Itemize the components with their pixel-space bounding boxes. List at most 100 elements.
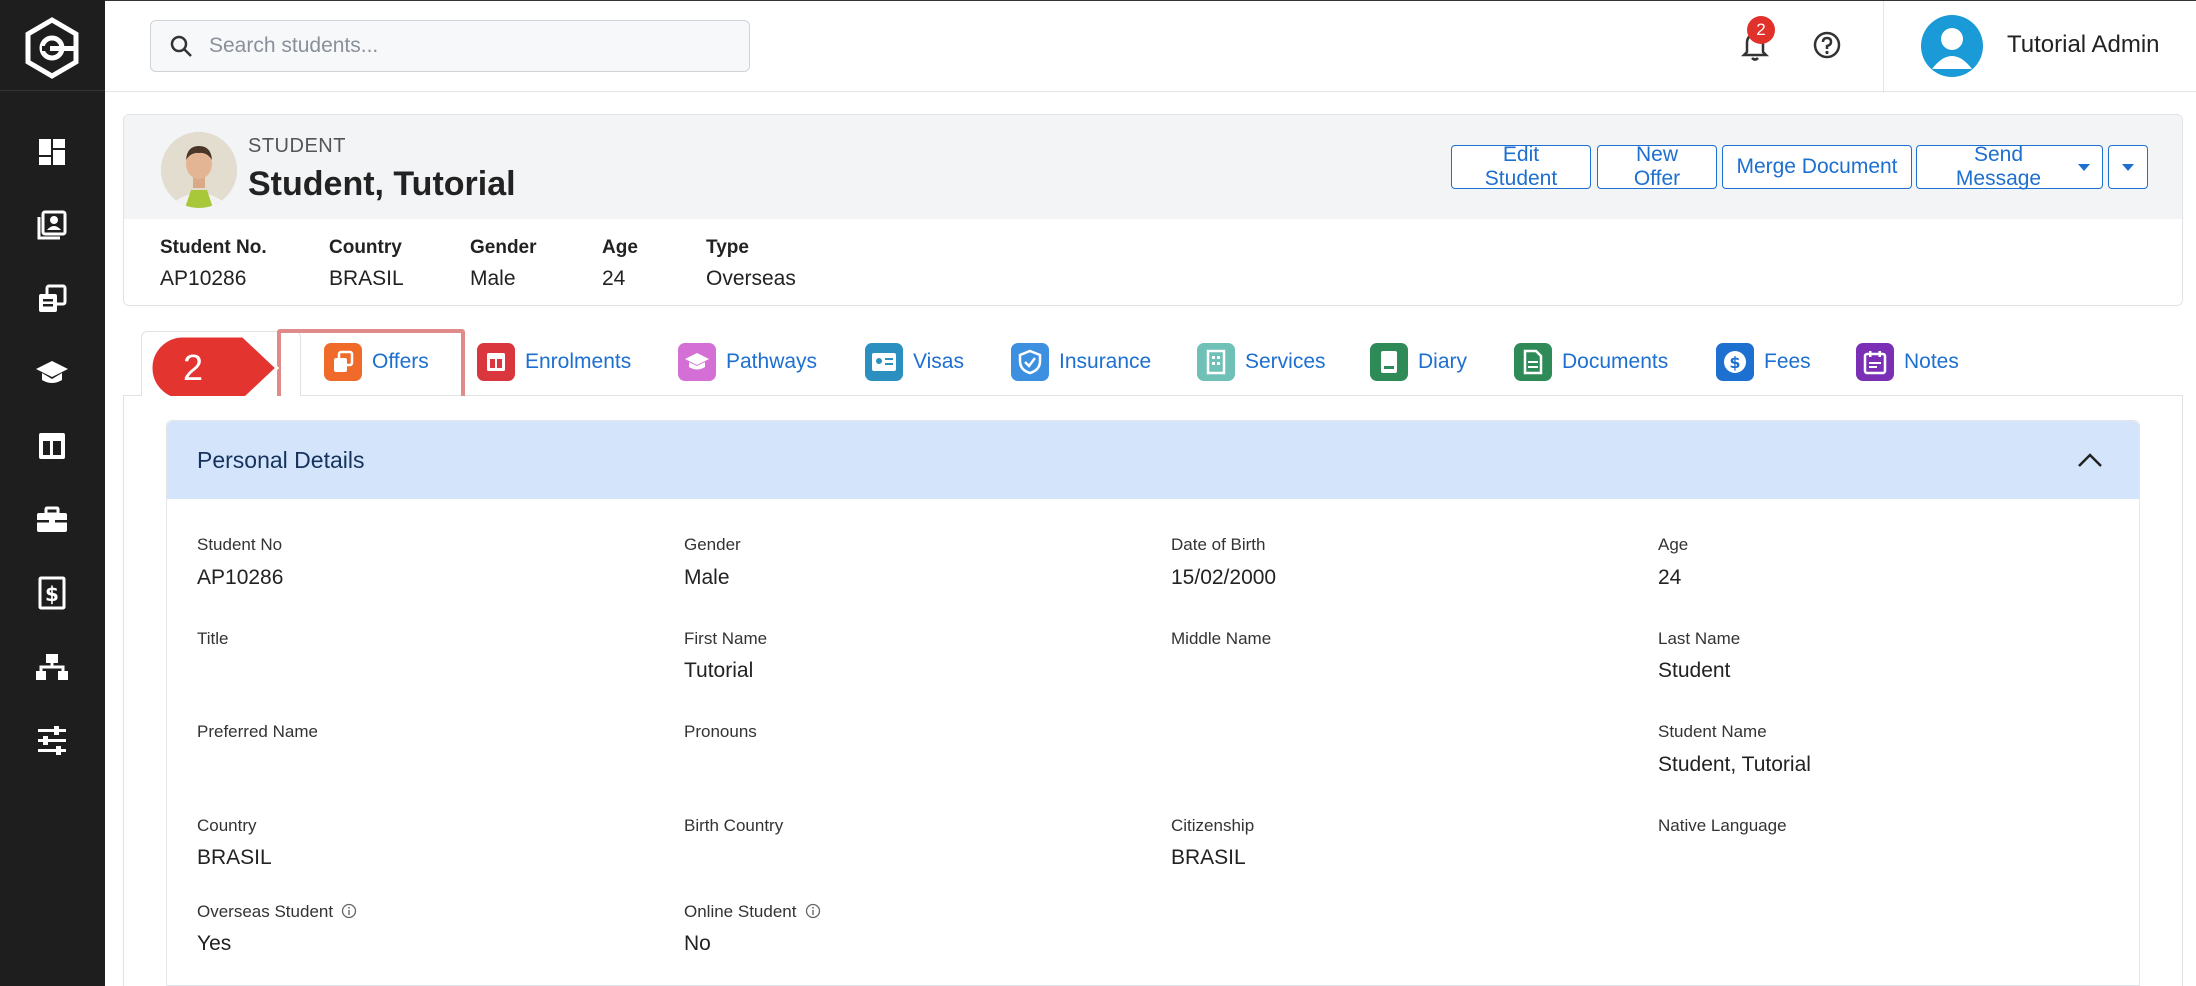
svg-text:$: $ (45, 582, 59, 606)
search-icon (170, 35, 192, 57)
contacts-icon[interactable] (34, 207, 70, 243)
last-name-label: Last Name (1658, 629, 1741, 648)
meta-label-student-no: Student No. (160, 237, 267, 258)
send-message-button[interactable]: Send Message (1916, 143, 2103, 190)
age-label: Age (1658, 535, 1689, 554)
sidebar-divider (0, 90, 105, 91)
personal-details-title: Personal Details (197, 447, 365, 473)
edit-student-button[interactable]: Edit Student (1451, 143, 1591, 190)
tab-visas[interactable]: Visas (865, 342, 964, 382)
online-student-value: No (684, 932, 711, 955)
student-no-value: AP10286 (197, 566, 284, 589)
layout-icon (477, 343, 515, 381)
online-student-label: Online Student (684, 902, 797, 921)
graduation-cap-icon (678, 343, 716, 381)
dashboard-icon[interactable] (34, 134, 70, 170)
info-icon[interactable] (341, 903, 357, 919)
meta-value-age: 24 (602, 267, 626, 290)
student-label: STUDENT (248, 135, 346, 157)
top-bar: 2 Tutorial Admin (105, 0, 2196, 93)
tutorial-step-marker: 2 (147, 332, 283, 404)
calendar-icon (1856, 343, 1894, 381)
chevron-up-icon[interactable] (2075, 446, 2105, 476)
dollar-icon: $ (1716, 343, 1754, 381)
country-value: BRASIL (197, 846, 272, 869)
help-icon[interactable] (1807, 25, 1847, 65)
dob-value: 15/02/2000 (1171, 566, 1277, 589)
document-icon (1514, 343, 1552, 381)
user-name[interactable]: Tutorial Admin (2007, 31, 2160, 59)
notification-count-badge: 2 (1747, 16, 1775, 44)
graduation-cap-icon[interactable] (34, 355, 70, 391)
book-icon (1370, 343, 1408, 381)
tab-notes[interactable]: Notes (1856, 342, 1959, 382)
tab-diary[interactable]: Diary (1370, 342, 1467, 382)
new-offer-button[interactable]: New Offer (1597, 143, 1717, 190)
age-value: 24 (1658, 566, 1682, 589)
student-no-label: Student No (197, 535, 283, 554)
sidebar: $ (0, 0, 105, 986)
tab-notes-label: Notes (1904, 350, 1959, 373)
preferred-name-label: Preferred Name (197, 722, 318, 741)
tab-fees[interactable]: $ Fees (1716, 342, 1811, 382)
gender-value: Male (684, 566, 730, 589)
sliders-icon[interactable] (34, 722, 70, 758)
tab-services[interactable]: Services (1197, 342, 1326, 382)
overseas-student-label: Overseas Student (197, 902, 334, 921)
send-message-label: Send Message (1955, 143, 2042, 190)
tab-documents-label: Documents (1562, 350, 1669, 373)
offers-icon[interactable] (34, 281, 70, 317)
meta-label-age: Age (602, 237, 638, 258)
birth-country-label: Birth Country (684, 816, 784, 835)
country-label: Country (197, 816, 257, 835)
meta-value-gender: Male (470, 267, 516, 290)
search-input[interactable] (209, 34, 729, 58)
tab-enrolments[interactable]: Enrolments (477, 342, 631, 382)
topbar-divider (1883, 1, 1884, 93)
student-name-value: Student, Tutorial (1658, 753, 1811, 776)
personal-details-section: Personal Details Student No AP10286 Gend… (166, 420, 2140, 986)
student-name: Student, Tutorial (248, 165, 516, 203)
tab-documents[interactable]: Documents (1514, 342, 1668, 382)
middle-name-label: Middle Name (1171, 629, 1272, 648)
personal-details-header[interactable]: Personal Details (167, 421, 2139, 499)
invoice-icon[interactable]: $ (34, 575, 70, 611)
citizenship-value: BRASIL (1171, 846, 1246, 869)
meta-value-student-no: AP10286 (160, 267, 247, 290)
citizenship-label: Citizenship (1171, 816, 1255, 835)
tab-pathways[interactable]: Pathways (678, 342, 817, 382)
meta-label-gender: Gender (470, 237, 537, 258)
tab-fees-label: Fees (1764, 350, 1811, 373)
meta-value-type: Overseas (706, 267, 796, 290)
network-icon[interactable] (34, 649, 70, 685)
user-avatar[interactable] (1921, 15, 1983, 77)
pronouns-label: Pronouns (684, 722, 757, 741)
layout-icon[interactable] (34, 428, 70, 464)
id-card-icon (865, 343, 903, 381)
briefcase-icon[interactable] (34, 502, 70, 538)
meta-label-type: Type (706, 237, 749, 258)
tab-services-label: Services (1245, 350, 1326, 373)
chevron-down-icon (2078, 163, 2090, 171)
last-name-value: Student (1658, 659, 1731, 682)
tab-pathways-label: Pathways (726, 350, 818, 373)
meta-label-country: Country (329, 237, 402, 258)
overseas-student-value: Yes (197, 932, 232, 955)
info-icon[interactable] (805, 903, 821, 919)
chevron-down-icon (2122, 163, 2134, 171)
native-language-label: Native Language (1658, 816, 1787, 835)
tab-diary-label: Diary (1418, 350, 1468, 373)
search-box[interactable] (150, 20, 750, 72)
dob-label: Date of Birth (1171, 535, 1266, 554)
tab-enrolments-label: Enrolments (525, 350, 632, 373)
tab-insurance[interactable]: Insurance (1011, 342, 1151, 382)
title-label: Title (197, 629, 229, 648)
student-name-label: Student Name (1658, 722, 1767, 741)
merge-document-button[interactable]: Merge Document (1722, 145, 1912, 189)
app-logo[interactable] (20, 16, 84, 80)
shield-icon (1011, 343, 1049, 381)
tutorial-step-number: 2 (183, 347, 203, 388)
gender-label: Gender (684, 535, 741, 554)
more-actions-dropdown[interactable] (2108, 145, 2148, 189)
first-name-value: Tutorial (684, 659, 754, 682)
